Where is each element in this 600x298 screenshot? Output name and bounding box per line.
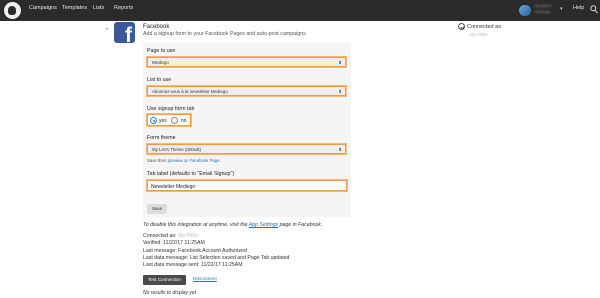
save-button[interactable]: Save [147, 204, 167, 214]
select-arrows-icon: ⬍ [338, 146, 342, 152]
theme-help-text: Save then preview on Facebook Page. [147, 158, 221, 163]
test-connection-button[interactable]: Test Connection [143, 275, 186, 285]
disable-prefix: To disable this integration at anytime, … [143, 222, 248, 228]
list-label: List to use [147, 77, 172, 83]
preview-facebook-link[interactable]: preview on Facebook Page. [168, 158, 221, 163]
nav-reports[interactable]: Reports [114, 5, 133, 11]
form-theme-label: Form theme [147, 135, 176, 141]
top-nav: Campaigns Templates Lists Reports Benjam… [0, 0, 600, 21]
nav-campaigns[interactable]: Campaigns [29, 5, 57, 11]
chevron-down-icon[interactable]: ▾ [560, 6, 563, 12]
radio-no-label[interactable]: no [181, 118, 187, 124]
list-select[interactable]: Abonnez-vous à la newsletter Mediego ⬍ [147, 86, 346, 96]
connected-as-label: Connected as: [143, 233, 177, 239]
last-data-sent-line: Last data message sent: 11/22/17 11:25AM [143, 262, 243, 268]
account-name[interactable]: Benjamin Mediego [535, 3, 557, 15]
form-theme-value: My List's Theme (default) [152, 147, 202, 152]
mailchimp-logo-icon[interactable] [4, 2, 21, 19]
disable-suffix: page in Facebook. [279, 222, 323, 228]
tab-label-heading: Tab label (defaults to "Email Signup") [147, 171, 235, 177]
tab-label-input-value: Newsletter Mediego [151, 183, 196, 190]
connected-user: Ido Pilon [470, 32, 488, 37]
nav-help[interactable]: Help [573, 5, 584, 11]
nav-lists[interactable]: Lists [93, 5, 104, 11]
radio-yes[interactable] [150, 117, 157, 124]
select-arrows-icon: ⬍ [338, 88, 342, 94]
connected-as-value: Ido Pilon [177, 233, 199, 239]
form-theme-select[interactable]: My List's Theme (default) ⬍ [147, 144, 346, 154]
avatar[interactable] [519, 5, 531, 16]
page-select[interactable]: Mediego ⬍ [147, 57, 346, 67]
connected-status: Connected as [467, 24, 501, 30]
theme-help-prefix: Save then [147, 158, 167, 163]
account-line-2: Mediego [535, 9, 551, 14]
disable-instructions: To disable this integration at anytime, … [143, 222, 322, 228]
radio-no[interactable] [171, 117, 178, 124]
last-message-line: Last message: Facebook Account Authorize… [143, 248, 247, 254]
signup-tab-radio-group: yes no [147, 114, 191, 126]
no-results-text: No results to display yet [143, 290, 197, 296]
check-circle-icon [458, 23, 465, 30]
nav-templates[interactable]: Templates [62, 5, 87, 11]
verified-line: Verified: 11/22/17 11:25AM [143, 240, 205, 246]
page-label: Page to use [147, 48, 176, 54]
facebook-icon: f [114, 22, 135, 43]
signup-tab-label: Use signup form tab [147, 106, 195, 112]
connected-as-line: Connected as: Ido Pilon [143, 233, 198, 239]
radio-yes-label[interactable]: yes [159, 118, 167, 124]
disconnect-link[interactable]: Disconnect [193, 277, 217, 282]
select-arrows-icon: ⬍ [338, 59, 342, 65]
page-select-value: Mediego [152, 60, 169, 65]
tab-label-input[interactable]: Newsletter Mediego [147, 180, 347, 191]
integration-description: Add a signup form to your Facebook Pages… [143, 31, 306, 37]
last-data-message-line: Last data message: List Selection saved … [143, 255, 290, 261]
collapse-chevron-icon[interactable]: ⌃ [104, 27, 110, 35]
integration-title: Facebook [143, 24, 170, 30]
list-select-value: Abonnez-vous à la newsletter Mediego [152, 89, 228, 94]
search-icon[interactable] [590, 5, 598, 14]
app-settings-link[interactable]: App Settings [249, 222, 278, 228]
